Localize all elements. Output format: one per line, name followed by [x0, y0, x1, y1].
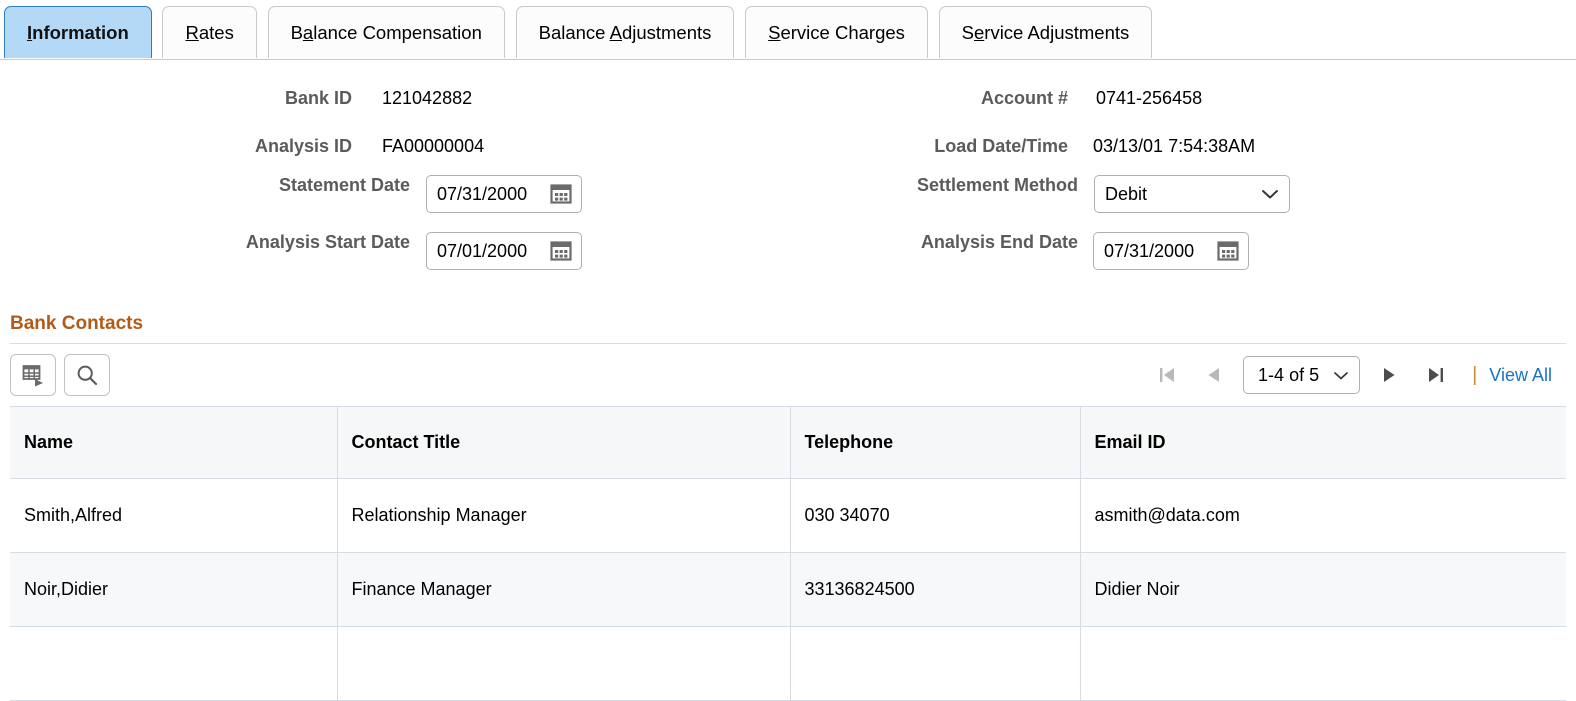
table-row[interactable]: Noir,Didier Finance Manager 33136824500 …: [10, 552, 1566, 627]
settlement-method-select[interactable]: Debit: [1094, 175, 1290, 213]
load-datetime-label: Load Date/Time: [934, 136, 1068, 156]
analysis-end-date-row: Analysis End Date: [700, 232, 1078, 253]
analysis-id-value: FA00000004: [382, 136, 485, 156]
calendar-icon[interactable]: [1216, 239, 1240, 263]
calendar-icon[interactable]: [549, 239, 573, 263]
grid-toolbar: 1-4 of 5 | View All: [10, 344, 1566, 406]
bank-id-row: Bank ID: [0, 88, 352, 109]
bank-id-label: Bank ID: [284, 88, 352, 108]
cell-email: Didier Noir: [1080, 552, 1566, 627]
analysis-id-value-wrap: FA00000004: [382, 136, 484, 157]
statement-date-field-wrap: [426, 175, 582, 213]
cell-name: [10, 626, 338, 701]
cell-telephone: 33136824500: [790, 552, 1081, 627]
analysis-start-date-row: Analysis Start Date: [0, 232, 410, 253]
last-page-button[interactable]: [1412, 355, 1458, 395]
tab-service-charges[interactable]: Service Charges: [745, 6, 928, 58]
cell-telephone: [790, 626, 1081, 701]
bank-contacts-table: Name Contact Title Telephone Email ID Sm…: [10, 406, 1566, 701]
statement-date-field[interactable]: [426, 175, 582, 213]
cell-telephone: 030 34070: [790, 478, 1081, 553]
account-row: Account #: [700, 88, 1068, 109]
calendar-icon[interactable]: [549, 182, 573, 206]
tab-balance-compensation-label: lance Compensation: [313, 22, 482, 43]
first-page-button[interactable]: [1145, 355, 1191, 395]
search-icon[interactable]: [64, 354, 110, 396]
column-header-email-id[interactable]: Email ID: [1080, 406, 1566, 479]
bank-contacts-grid: 1-4 of 5 | View All Name Contact Title T…: [10, 343, 1566, 701]
analysis-id-label: Analysis ID: [254, 136, 352, 156]
analysis-start-date-field-wrap: [426, 232, 582, 270]
page-range-select[interactable]: 1-4 of 5: [1243, 356, 1361, 394]
analysis-end-date-field[interactable]: [1093, 232, 1249, 270]
statement-date-input[interactable]: [437, 183, 545, 205]
load-datetime-value-wrap: 03/13/01 7:54:38AM: [1093, 136, 1255, 157]
analysis-id-row: Analysis ID: [0, 136, 352, 157]
tab-bar: Information Rates Balance Compensation B…: [0, 0, 1576, 60]
column-header-telephone[interactable]: Telephone: [790, 406, 1081, 479]
analysis-start-date-field[interactable]: [426, 232, 582, 270]
account-label: Account #: [980, 88, 1068, 108]
analysis-start-date-label: Analysis Start Date: [245, 232, 410, 252]
tab-service-adjustments[interactable]: Service Adjustments: [938, 6, 1153, 58]
tab-information-label: nformation: [32, 22, 129, 43]
statement-date-row: Statement Date: [0, 175, 410, 196]
settlement-method-row: Settlement Method: [700, 175, 1078, 196]
bank-id-value: 121042882: [382, 88, 473, 108]
cell-email: asmith@data.com: [1080, 478, 1566, 553]
tab-service-charges-label: ervice Charges: [780, 22, 905, 43]
settlement-method-field-wrap: Debit: [1094, 175, 1290, 213]
tab-service-adjustments-label: rvice Adjustments: [984, 22, 1130, 43]
grid-pager: 1-4 of 5 | View All: [1145, 344, 1566, 406]
chevron-down-icon: [1261, 184, 1279, 205]
column-header-name[interactable]: Name: [10, 406, 338, 479]
next-page-button[interactable]: [1366, 355, 1412, 395]
cell-name: Smith,Alfred: [10, 478, 338, 553]
analysis-header-form: Bank ID 121042882 Analysis ID FA00000004…: [0, 60, 1576, 285]
tab-rates[interactable]: Rates: [162, 6, 257, 58]
cell-contact-title: Relationship Manager: [337, 478, 791, 553]
tab-balance-adjustments[interactable]: Balance Adjustments: [515, 6, 735, 58]
column-header-contact-title[interactable]: Contact Title: [337, 406, 791, 479]
chevron-down-icon: [1333, 365, 1349, 386]
tab-balance-compensation[interactable]: Balance Compensation: [267, 6, 505, 58]
statement-date-label: Statement Date: [278, 175, 410, 195]
previous-page-button[interactable]: [1191, 355, 1237, 395]
analysis-end-date-input[interactable]: [1104, 240, 1212, 262]
analysis-end-date-field-wrap: [1093, 232, 1249, 270]
tab-rates-label: ates: [198, 22, 234, 43]
settlement-method-value: Debit: [1105, 183, 1148, 204]
view-all-link[interactable]: View All: [1489, 365, 1566, 386]
analysis-start-date-input[interactable]: [437, 240, 545, 262]
account-value-wrap: 0741-256458: [1096, 88, 1202, 109]
load-datetime-value: 03/13/01 7:54:38AM: [1093, 136, 1256, 156]
bank-id-value-wrap: 121042882: [382, 88, 472, 109]
load-datetime-row: Load Date/Time: [700, 136, 1068, 157]
table-header-row: Name Contact Title Telephone Email ID: [10, 406, 1566, 479]
tab-balance-adjustments-label: djustments: [621, 22, 712, 43]
pager-divider: |: [1472, 363, 1478, 386]
cell-email: [1080, 626, 1566, 701]
page-range-value: 1-4 of 5: [1258, 364, 1320, 385]
table-row[interactable]: [10, 626, 1566, 701]
tab-information[interactable]: Information: [4, 6, 152, 58]
cell-contact-title: [337, 626, 791, 701]
analysis-end-date-label: Analysis End Date: [920, 232, 1078, 252]
cell-contact-title: Finance Manager: [337, 552, 791, 627]
table-row[interactable]: Smith,Alfred Relationship Manager 030 34…: [10, 478, 1566, 553]
personalize-grid-icon[interactable]: [10, 354, 56, 396]
cell-name: Noir,Didier: [10, 552, 338, 627]
settlement-method-label: Settlement Method: [916, 175, 1078, 195]
bank-contacts-title: Bank Contacts: [10, 313, 144, 334]
account-value: 0741-256458: [1096, 88, 1203, 108]
